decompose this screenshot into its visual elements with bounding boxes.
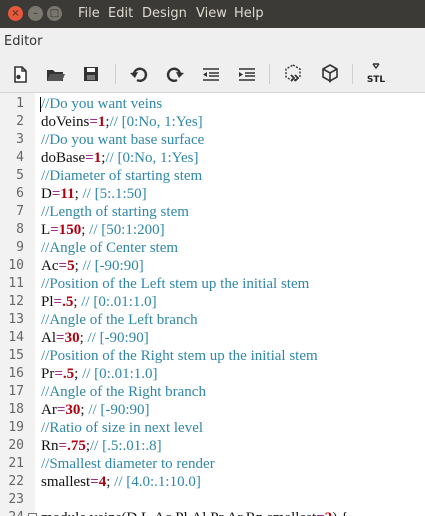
code-line[interactable]: 8 L=150; // [50:1:200] <box>0 221 425 239</box>
code-line[interactable]: 20 Rn=.75;// [.5:.01:.8] <box>0 437 425 455</box>
code-text: //Angle of Center stem <box>41 240 179 256</box>
menu-design[interactable]: Design <box>142 6 187 21</box>
line-number: 21 <box>8 456 24 471</box>
code-text: doVeins=1;// [0:No, 1:Yes] <box>41 114 203 130</box>
line-number: 9 <box>16 240 24 255</box>
code-text: Ac=5; // [-90:90] <box>41 258 144 274</box>
code-text: //Position of the Right stem up the init… <box>41 348 318 364</box>
code-line[interactable]: 5 //Diameter of starting stem <box>0 167 425 185</box>
line-number: 14 <box>8 330 24 345</box>
line-number: 17 <box>8 384 24 399</box>
code-text: smallest=4; // [4.0:.1:10.0] <box>41 474 201 490</box>
code-text: D=11; // [5:.1:50] <box>41 186 147 202</box>
code-text: //Ratio of size in next level <box>41 420 204 436</box>
new-file-icon[interactable] <box>8 62 32 86</box>
code-line[interactable]: 11 //Position of the Left stem up the ini… <box>0 275 425 293</box>
code-line[interactable]: 18 Ar=30; // [-90:90] <box>0 401 425 419</box>
code-line[interactable]: 2 doVeins=1;// [0:No, 1:Yes] <box>0 113 425 131</box>
code-text: //Smallest diameter to render <box>41 456 215 472</box>
line-number: 20 <box>8 438 24 453</box>
toolbar-separator <box>269 64 270 84</box>
line-number: 12 <box>8 294 24 309</box>
line-number: 16 <box>8 366 24 381</box>
open-folder-icon[interactable] <box>43 62 67 86</box>
render-icon[interactable] <box>318 62 342 86</box>
code-line[interactable]: 7 //Length of starting stem <box>0 203 425 221</box>
code-line[interactable]: 9 //Angle of Center stem <box>0 239 425 257</box>
line-number: 8 <box>16 222 24 237</box>
code-text: //Do you want base surface <box>41 132 205 148</box>
code-line[interactable]: 22 smallest=4; // [4.0:.1:10.0] <box>0 473 425 491</box>
panel-title: Editor <box>4 34 43 49</box>
line-number: 23 <box>8 492 24 507</box>
code-line[interactable]: 4 doBase=1;// [0:No, 1:Yes] <box>0 149 425 167</box>
code-text: Pr=.5; // [0:.01:1.0] <box>41 366 158 382</box>
code-text: Ar=30; // [-90:90] <box>41 402 150 418</box>
stl-label: STL <box>367 75 386 85</box>
line-number: 18 <box>8 402 24 417</box>
window-maximize-button[interactable]: □ <box>47 6 62 21</box>
line-number: 3 <box>16 132 24 147</box>
code-text: Rn=.75;// [.5:.01:.8] <box>41 438 162 454</box>
toolbar-separator <box>115 64 116 84</box>
code-line[interactable]: 14 Al=30; // [-90:90] <box>0 329 425 347</box>
line-number: 7 <box>16 204 24 219</box>
code-text: //Diameter of starting stem <box>41 168 203 184</box>
code-editor[interactable]: 1 //Do you want veins 2 doVeins=1;// [0:No,… <box>0 93 425 516</box>
code-text: //Do you want veins <box>41 96 163 112</box>
export-stl-icon[interactable]: STL <box>364 62 388 86</box>
line-number: 6 <box>16 186 24 201</box>
line-number: 10 <box>8 258 24 273</box>
code-text: //Position of the Left stem up the initi… <box>41 276 310 292</box>
code-text: //Angle of the Right branch <box>41 384 206 400</box>
editor-toolbar: STL <box>0 56 425 93</box>
code-line[interactable]: 24 module veins(D,L,Ac,Pl,Al,Pr,Ar,Rn,sma… <box>0 509 425 516</box>
editor-panel-header: Editor <box>0 28 425 56</box>
code-line[interactable]: 19 //Ratio of size in next level <box>0 419 425 437</box>
code-text: //Length of starting stem <box>41 204 189 220</box>
code-text: Pl=.5; // [0:.01:1.0] <box>41 294 157 310</box>
code-line[interactable]: 15 //Position of the Right stem up the in… <box>0 347 425 365</box>
menu-help[interactable]: Help <box>234 6 264 21</box>
code-line[interactable]: 21 //Smallest diameter to render <box>0 455 425 473</box>
menu-file[interactable]: File <box>78 6 100 21</box>
code-line[interactable]: 3 //Do you want base surface <box>0 131 425 149</box>
code-line[interactable]: 16 Pr=.5; // [0:.01:1.0] <box>0 365 425 383</box>
window-close-button[interactable]: × <box>8 6 23 21</box>
line-number: 5 <box>16 168 24 183</box>
line-number: 11 <box>8 276 24 291</box>
line-number: 19 <box>8 420 24 435</box>
code-text: doBase=1;// [0:No, 1:Yes] <box>41 150 199 166</box>
code-line[interactable]: 1 //Do you want veins <box>0 95 425 113</box>
line-number: 4 <box>16 150 24 165</box>
line-number: 15 <box>8 348 24 363</box>
code-line[interactable]: 13 //Angle of the Left branch <box>0 311 425 329</box>
code-line[interactable]: 17 //Angle of the Right branch <box>0 383 425 401</box>
code-line[interactable]: 12 Pl=.5; // [0:.01:1.0] <box>0 293 425 311</box>
line-number: 24 <box>0 509 24 516</box>
window-minimize-button[interactable]: – <box>28 6 43 21</box>
code-line[interactable]: 23 <box>0 491 425 509</box>
code-text: Al=30; // [-90:90] <box>41 330 149 346</box>
code-text: module veins(D,L,Ac,Pl,Al,Pr,Ar,Rn,small… <box>41 509 348 516</box>
text-caret <box>40 97 41 112</box>
line-number: 1 <box>16 96 24 111</box>
menu-edit[interactable]: Edit <box>108 6 133 21</box>
preview-icon[interactable] <box>281 62 305 86</box>
line-number: 13 <box>8 312 24 327</box>
save-icon[interactable] <box>79 62 103 86</box>
code-text: //Angle of the Left branch <box>41 312 198 328</box>
unindent-icon[interactable] <box>199 62 223 86</box>
code-line[interactable]: 6 D=11; // [5:.1:50] <box>0 185 425 203</box>
code-line[interactable]: 10 Ac=5; // [-90:90] <box>0 257 425 275</box>
indent-icon[interactable] <box>235 62 259 86</box>
code-text: L=150; // [50:1:200] <box>41 222 165 238</box>
menu-view[interactable]: View <box>196 6 227 21</box>
toolbar-separator <box>352 64 353 84</box>
line-number: 22 <box>8 474 24 489</box>
redo-icon[interactable] <box>163 62 187 86</box>
menu-bar: × – □ File Edit Design View Help <box>0 0 425 28</box>
undo-icon[interactable] <box>127 62 151 86</box>
line-number: 2 <box>16 114 24 129</box>
